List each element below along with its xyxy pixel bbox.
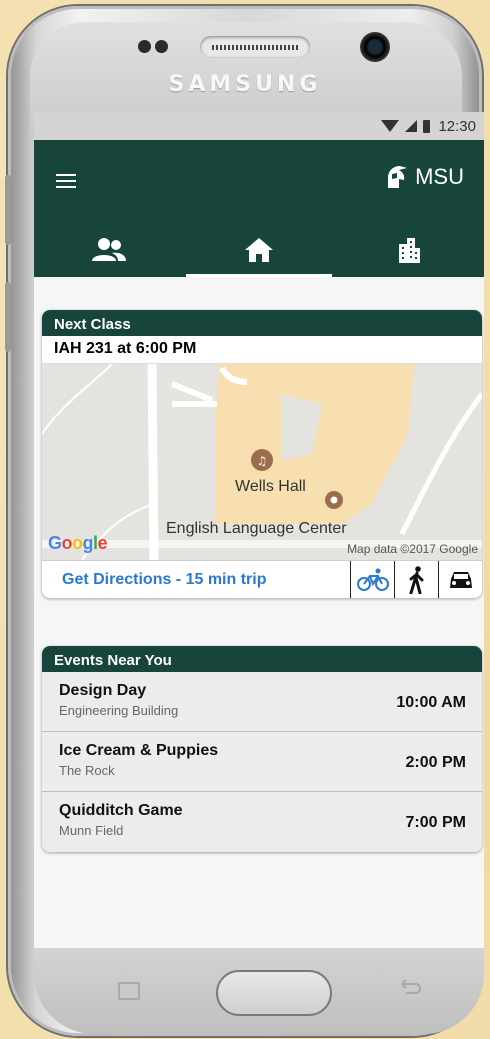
people-icon [92,237,126,261]
menu-icon[interactable] [56,174,76,192]
events-card: Events Near You Design Day Engineering B… [42,646,482,852]
get-directions-link[interactable]: Get Directions - 15 min trip [42,571,350,589]
tab-bar [34,222,484,277]
campus-map[interactable]: ♫ Wells Hall English Language Center Goo… [42,364,482,560]
logo-text: MSU [415,164,464,189]
device-brand: SAMSUNG [168,72,322,97]
tab-home[interactable] [184,222,334,277]
earpiece-speaker [200,36,310,58]
status-time: 12:30 [438,117,476,135]
poi-english-language-center[interactable]: English Language Center [166,520,347,538]
event-time: 10:00 AM [396,694,466,711]
events-title: Events Near You [42,646,482,672]
msu-logo: MSU [385,164,464,190]
front-camera [360,32,390,62]
event-time: 2:00 PM [405,754,466,771]
walk-mode-button[interactable] [394,560,438,598]
car-icon [449,571,472,588]
car-mode-button[interactable] [438,560,482,598]
bike-mode-button[interactable] [350,560,394,598]
tab-buildings[interactable] [334,222,484,277]
recent-apps-icon[interactable] [118,982,140,1000]
back-icon[interactable] [398,976,422,1000]
google-logo: Google [48,533,108,553]
battery-icon [423,119,431,133]
class-info: IAH 231 at 6:00 PM [42,336,482,364]
next-class-card: Next Class IAH 231 at 6:00 PM ♫ Wells Ha… [42,310,482,598]
next-class-title: Next Class [42,310,482,336]
signal-icon [405,120,418,132]
event-item[interactable]: Quidditch Game Munn Field 7:00 PM [42,792,482,852]
home-icon [245,237,273,262]
walk-icon [409,565,423,594]
event-item[interactable]: Ice Cream & Puppies The Rock 2:00 PM [42,732,482,792]
power-button [5,282,11,352]
phone-bottom-bezel [34,948,484,1034]
wifi-icon [381,120,400,132]
app-header: MSU [34,140,484,277]
event-time: 7:00 PM [405,814,466,831]
directions-bar: Get Directions - 15 min trip [42,560,482,598]
map-attribution: Map data ©2017 Google [347,542,478,556]
tab-people[interactable] [34,222,184,277]
event-item[interactable]: Design Day Engineering Building 10:00 AM [42,672,482,732]
sensor-dots [138,40,172,58]
bike-icon [356,568,389,591]
volume-button [5,175,11,245]
building-icon [399,237,420,263]
app-screen: 12:30 MSU Next Class IAH 231 at 6:00 PM … [34,112,484,948]
home-button[interactable] [216,970,332,1016]
status-bar: 12:30 [34,112,484,140]
poi-wells-hall[interactable]: Wells Hall [235,478,306,496]
svg-text:♫: ♫ [257,454,268,468]
spartan-helmet-icon [388,166,408,188]
